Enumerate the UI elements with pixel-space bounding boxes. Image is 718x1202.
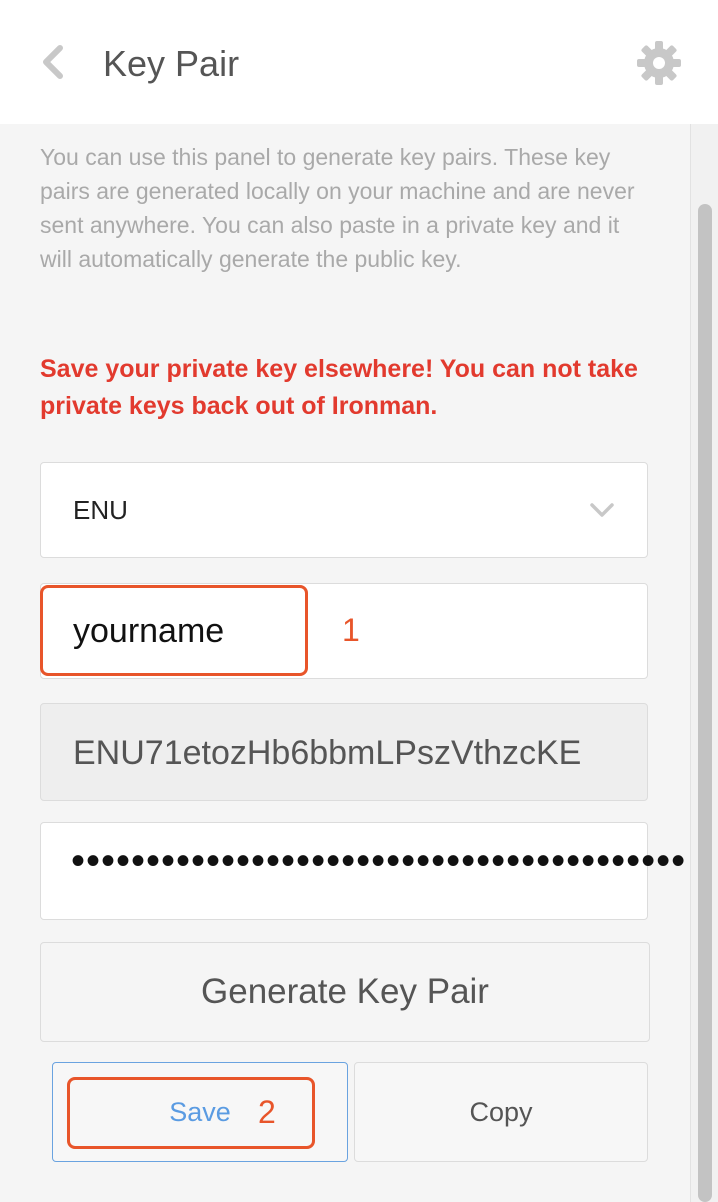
annotation-box-2 (67, 1077, 315, 1149)
private-key-field[interactable]: ••••••••••••••••••••••••••••••••••••••••… (40, 822, 685, 920)
private-key-value: ••••••••••••••••••••••••••••••••••••••••… (71, 839, 687, 883)
annotation-number-2: 2 (258, 1094, 276, 1130)
copy-button[interactable]: Copy (354, 1062, 648, 1162)
warning-text: Save your private key elsewhere! You can… (40, 355, 638, 420)
intro-text: You can use this panel to generate key p… (40, 144, 635, 272)
annotation-box-1 (40, 585, 308, 676)
gear-icon[interactable] (636, 40, 682, 86)
chevron-down-icon (589, 501, 615, 519)
public-key-value: ENU71etozHb6bbmLPszVthzcKE (73, 734, 582, 772)
scrollbar-thumb[interactable] (698, 204, 712, 1202)
network-select[interactable]: ENU (40, 462, 648, 558)
header: Key Pair (0, 0, 718, 124)
page-title: Key Pair (103, 43, 240, 84)
chevron-left-icon[interactable] (36, 40, 72, 84)
network-select-value: ENU (73, 495, 128, 525)
generate-key-pair-button[interactable]: Generate Key Pair (40, 942, 650, 1042)
annotation-number-1: 1 (342, 612, 360, 648)
public-key-field[interactable]: ENU71etozHb6bbmLPszVthzcKE (40, 703, 648, 801)
